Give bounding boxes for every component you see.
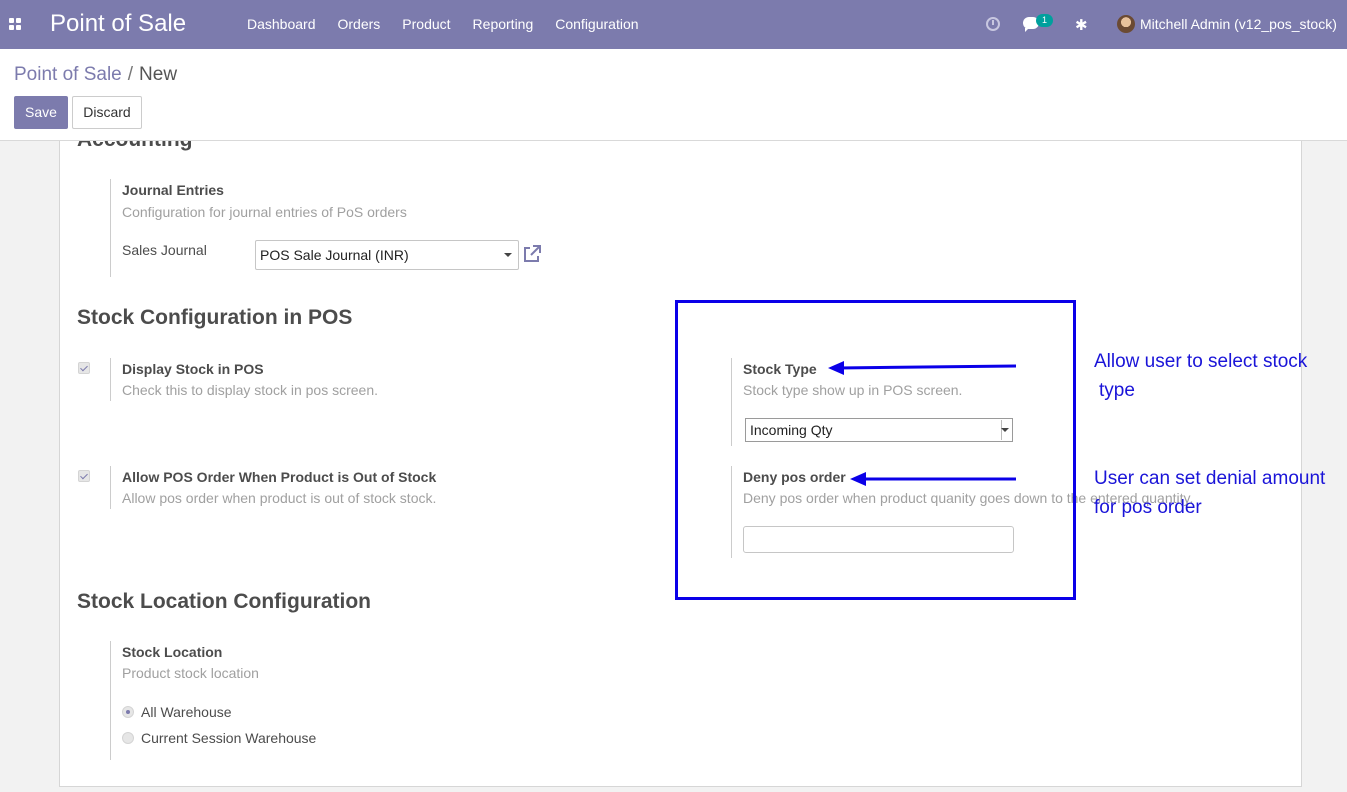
annotation-line: User can set denial amount — [1094, 468, 1326, 489]
radio-all-warehouse[interactable]: All Warehouse — [122, 704, 232, 720]
top-navbar: Point of Sale Dashboard Orders Product R… — [0, 0, 1347, 49]
main-menu: Dashboard Orders Product Reporting Confi… — [236, 0, 650, 49]
radio-label: Current Session Warehouse — [141, 730, 317, 746]
section-title-stock-location: Stock Location Configuration — [77, 590, 371, 613]
setting-label: Stock Location — [122, 644, 223, 660]
setting-divider — [110, 358, 111, 401]
app-brand[interactable]: Point of Sale — [50, 10, 186, 38]
discard-button[interactable]: Discard — [72, 96, 142, 129]
user-menu[interactable]: Mitchell Admin (v12_pos_stock) — [1140, 16, 1337, 32]
external-link-icon[interactable] — [522, 244, 542, 264]
menu-product[interactable]: Product — [391, 0, 461, 49]
setting-label: Allow POS Order When Product is Out of S… — [122, 469, 437, 485]
menu-configuration[interactable]: Configuration — [544, 0, 649, 49]
setting-help: Configuration for journal entries of PoS… — [122, 204, 407, 220]
menu-orders[interactable]: Orders — [327, 0, 392, 49]
save-button[interactable]: Save — [14, 96, 68, 129]
chat-count-badge: 1 — [1036, 14, 1053, 27]
user-avatar[interactable] — [1117, 15, 1135, 33]
breadcrumb: Point of Sale / New — [14, 64, 177, 86]
debug-bug-icon[interactable]: ✱ — [1075, 16, 1088, 34]
sales-journal-select[interactable]: POS Sale Journal (INR) — [255, 240, 519, 270]
breadcrumb-separator: / — [127, 64, 134, 85]
setting-divider — [110, 641, 111, 760]
setting-label: Display Stock in POS — [122, 361, 264, 377]
radio-button[interactable] — [122, 706, 134, 718]
section-title-stock-config: Stock Configuration in POS — [77, 306, 353, 329]
radio-button[interactable] — [122, 732, 134, 744]
setting-divider — [110, 466, 111, 509]
breadcrumb-parent[interactable]: Point of Sale — [14, 64, 122, 85]
radio-label: All Warehouse — [141, 704, 232, 720]
section-title-accounting: Accounting — [77, 141, 193, 152]
annotation-stock-type-text: Allow user to select stock type — [1094, 347, 1307, 405]
menu-reporting[interactable]: Reporting — [462, 0, 545, 49]
menu-dashboard[interactable]: Dashboard — [236, 0, 327, 49]
setting-help: Product stock location — [122, 665, 259, 681]
setting-help: Check this to display stock in pos scree… — [122, 382, 379, 398]
annotation-highlight-box — [675, 300, 1076, 600]
radio-current-session-warehouse[interactable]: Current Session Warehouse — [122, 730, 316, 746]
activity-clock-icon[interactable] — [986, 17, 1000, 31]
annotation-line: Allow user to select stock — [1094, 351, 1308, 372]
setting-help: Allow pos order when product is out of s… — [122, 490, 437, 506]
allow-order-checkbox[interactable] — [78, 470, 90, 482]
display-stock-checkbox[interactable] — [78, 362, 90, 374]
annotation-deny-order-text: User can set denial amount for pos order — [1094, 464, 1325, 522]
control-panel: Point of Sale / New Save Discard — [0, 49, 1347, 141]
breadcrumb-current: New — [139, 64, 178, 85]
setting-display-stock: Display Stock in POS Check this to displ… — [110, 358, 610, 401]
setting-divider — [110, 179, 111, 277]
sales-journal-label: Sales Journal — [122, 242, 207, 258]
setting-label: Journal Entries — [122, 182, 224, 198]
apps-menu-icon[interactable] — [9, 18, 21, 30]
chevron-down-icon — [504, 253, 512, 257]
annotation-line: for pos order — [1094, 497, 1202, 518]
sales-journal-value: POS Sale Journal (INR) — [260, 247, 409, 263]
annotation-arrow-stock-type — [828, 361, 1017, 375]
annotation-arrow-deny-order — [850, 472, 1016, 486]
setting-allow-order: Allow POS Order When Product is Out of S… — [110, 466, 610, 509]
annotation-line: type — [1099, 380, 1135, 401]
